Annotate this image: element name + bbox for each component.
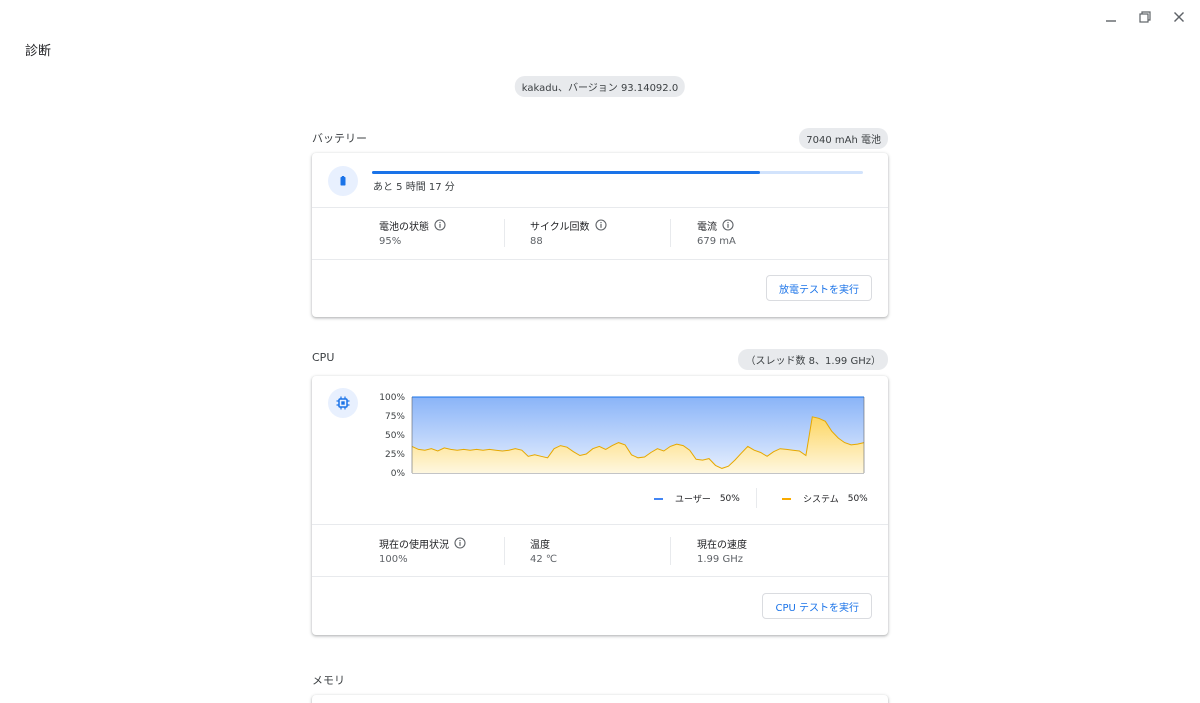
cpu-detail-badge: （スレッド数 8、1.99 GHz） [738, 349, 888, 370]
stat-divider [504, 219, 505, 247]
battery-divider-top [312, 207, 888, 208]
cpu-usage-stat: 現在の使用状況 100% [379, 536, 466, 565]
diagnostics-app: 診断 kakadu、バージョン 93.14092.0 バッテリー 7040 mA… [0, 0, 1200, 703]
memory-section-title: メモリ [312, 674, 345, 687]
cpu-temperature-value: 42 ℃ [530, 554, 558, 565]
current-stat: 電流 679 mA [697, 218, 736, 247]
battery-icon [328, 166, 358, 196]
battery-capacity-badge: 7040 mAh 電池 [799, 128, 888, 149]
version-badge: kakadu、バージョン 93.14092.0 [514, 76, 686, 97]
battery-section: バッテリー 7040 mAh 電池 あと 5 時間 17 分 電池の状態 95% [312, 128, 888, 320]
legend-system-label: システム [803, 495, 839, 505]
cycle-count-label: サイクル回数 [530, 221, 590, 233]
battery-card: あと 5 時間 17 分 電池の状態 95% サイクル回数 88 電流 679 … [312, 153, 888, 317]
stat-divider [670, 537, 671, 565]
battery-charge-bar [372, 171, 863, 174]
info-icon[interactable] [454, 537, 466, 549]
run-cpu-test-button[interactable]: CPU テストを実行 [762, 593, 872, 619]
cpu-temperature-label: 温度 [530, 539, 550, 551]
stat-divider [670, 219, 671, 247]
battery-time-remaining: あと 5 時間 17 分 [373, 182, 455, 193]
cycle-count-value: 88 [530, 236, 543, 247]
cpu-speed-value: 1.99 GHz [697, 554, 743, 565]
y-tick-label: 100% [379, 393, 405, 403]
legend-swatch-system [782, 497, 791, 500]
legend-user-value: 50% [719, 493, 740, 504]
current-label: 電流 [697, 221, 717, 233]
cpu-usage-value: 100% [379, 554, 408, 565]
cpu-section-title: CPU [312, 351, 335, 364]
legend-separator [756, 488, 757, 508]
legend-user: ユーザー 50% [654, 492, 740, 505]
y-tick-label: 25% [385, 450, 405, 460]
memory-card [312, 695, 888, 703]
current-value: 679 mA [697, 236, 736, 247]
info-icon[interactable] [434, 219, 446, 231]
legend-swatch-user [654, 497, 663, 500]
battery-health-stat: 電池の状態 95% [379, 218, 446, 247]
battery-health-label: 電池の状態 [379, 221, 429, 233]
cpu-speed-label: 現在の速度 [697, 539, 747, 551]
y-tick-label: 75% [385, 412, 405, 422]
memory-section: メモリ [312, 670, 888, 703]
battery-section-title: バッテリー [312, 132, 367, 145]
close-icon[interactable] [1164, 6, 1194, 28]
battery-divider-bottom [312, 259, 888, 260]
info-icon[interactable] [594, 219, 607, 231]
cpu-divider-top [312, 524, 888, 525]
cpu-speed-stat: 現在の速度 1.99 GHz [697, 536, 747, 566]
y-tick-label: 0% [391, 469, 406, 479]
cpu-section: CPU （スレッド数 8、1.99 GHz） 100% 75% 50% 25% … [312, 349, 888, 639]
cpu-usage-chart: 100% 75% 50% 25% 0% [379, 393, 865, 479]
stat-divider [504, 537, 505, 565]
minimize-icon[interactable] [1096, 6, 1126, 28]
cpu-card: 100% 75% 50% 25% 0% ユーザー 50% システム 50% 現在の使用状… [312, 376, 888, 635]
window-controls [1096, 6, 1194, 28]
restore-icon[interactable] [1130, 6, 1160, 28]
run-discharge-test-button[interactable]: 放電テストを実行 [766, 275, 872, 301]
cpu-divider-bottom [312, 576, 888, 577]
cycle-count-stat: サイクル回数 88 [530, 218, 607, 247]
app-title: 診断 [25, 44, 52, 59]
legend-user-label: ユーザー [675, 495, 711, 505]
legend-system-value: 50% [847, 493, 868, 504]
y-tick-label: 50% [385, 431, 405, 441]
info-icon[interactable] [722, 219, 734, 231]
battery-health-value: 95% [379, 236, 402, 247]
legend-system: システム 50% [782, 492, 868, 505]
cpu-temperature-stat: 温度 42 ℃ [530, 536, 558, 566]
battery-charge-fill [372, 171, 760, 174]
cpu-usage-label: 現在の使用状況 [379, 539, 449, 551]
